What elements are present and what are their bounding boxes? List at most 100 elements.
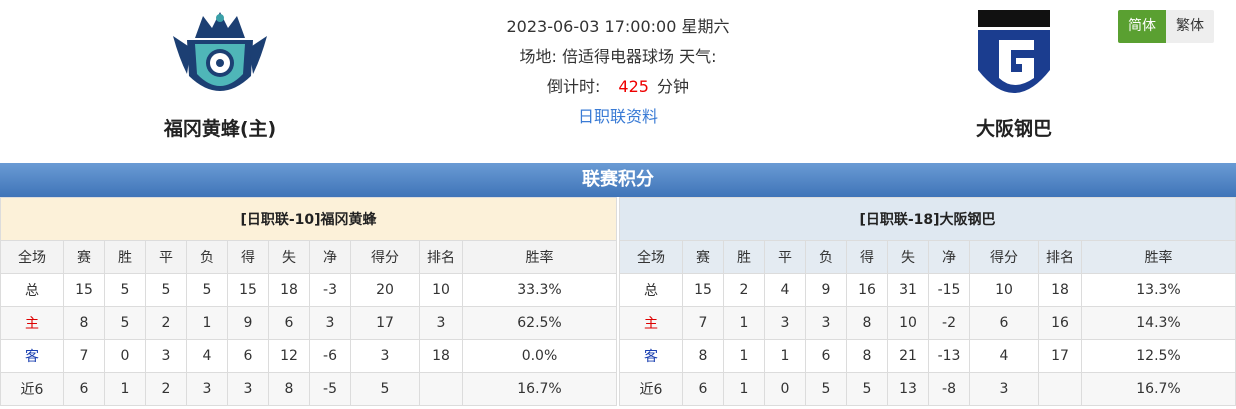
- table-cell: 12: [268, 339, 310, 373]
- table-cell: 6: [268, 306, 310, 340]
- table-row: 总 15 5 5 5 15 18 -3 20 10 33.3%: [0, 273, 617, 307]
- table-cell: 0.0%: [462, 339, 617, 373]
- table-row: 近6 6 1 0 5 5 13 -8 3 16.7%: [619, 372, 1236, 406]
- table-cell: 3: [419, 306, 463, 340]
- table-cell: 3: [227, 372, 269, 406]
- table-cell: 16: [846, 273, 888, 307]
- table-cell: 10: [969, 273, 1039, 307]
- table-cell: 10: [419, 273, 463, 307]
- column-header: 得分: [350, 240, 420, 274]
- table-cell: 5: [805, 372, 847, 406]
- column-header: 得: [227, 240, 269, 274]
- avispa-fukuoka-crest-icon: [165, 8, 275, 108]
- table-cell: -3: [309, 273, 351, 307]
- league-info-link[interactable]: 日职联资料: [578, 107, 658, 126]
- table-cell: 8: [846, 339, 888, 373]
- column-header: 赛: [63, 240, 105, 274]
- column-header: 负: [186, 240, 228, 274]
- table-cell: 1: [764, 339, 806, 373]
- table-cell: 18: [268, 273, 310, 307]
- away-team[interactable]: 大阪钢巴: [914, 8, 1114, 141]
- simplified-chinese-button[interactable]: 简体: [1118, 10, 1166, 43]
- table-cell: 14.3%: [1081, 306, 1236, 340]
- countdown-unit: 分钟: [656, 77, 689, 96]
- table-cell: [1038, 372, 1082, 406]
- table-row: 近6 6 1 2 3 3 8 -5 5 16.7%: [0, 372, 617, 406]
- table-cell: 7: [682, 306, 724, 340]
- table-header-row: 全场赛胜平负得失净得分 排名 胜率: [0, 240, 617, 274]
- row-label: 客: [0, 339, 64, 373]
- table-row: 客 7 0 3 4 6 12 -6 3 18 0.0%: [0, 339, 617, 373]
- row-label: 主: [0, 306, 64, 340]
- table-cell: -6: [309, 339, 351, 373]
- match-header: 福冈黄蜂(主) 2023-06-03 17:00:00 星期六 场地: 倍适得电…: [0, 0, 1236, 163]
- away-standings-caption: [日职联-18]大阪钢巴: [619, 197, 1236, 241]
- venue-weather: 场地: 倍适得电器球场 天气:: [519, 47, 717, 66]
- table-cell: 9: [805, 273, 847, 307]
- column-header: 负: [805, 240, 847, 274]
- table-cell: 13.3%: [1081, 273, 1236, 307]
- table-cell: 8: [63, 306, 105, 340]
- table-cell: 7: [63, 339, 105, 373]
- table-cell: 2: [145, 372, 187, 406]
- row-label: 近6: [619, 372, 683, 406]
- table-cell: 6: [805, 339, 847, 373]
- table-cell: 62.5%: [462, 306, 617, 340]
- table-header-row: 全场赛胜平负得失净得分 排名 胜率: [619, 240, 1236, 274]
- traditional-chinese-button[interactable]: 繁体: [1166, 10, 1214, 43]
- column-header: 得分: [969, 240, 1039, 274]
- away-standings-table: [日职联-18]大阪钢巴 全场赛胜平负得失净得分 排名 胜率 总 15 2 4 9 16 31-…: [619, 197, 1236, 406]
- standings-title: 联赛积分: [0, 163, 1236, 197]
- column-header: 胜率: [1081, 240, 1236, 274]
- column-header: 胜率: [462, 240, 617, 274]
- table-cell: 5: [846, 372, 888, 406]
- column-header: 全场: [619, 240, 683, 274]
- table-cell: 15: [682, 273, 724, 307]
- row-label: 总: [0, 273, 64, 307]
- table-cell: 6: [227, 339, 269, 373]
- table-cell: 16.7%: [1081, 372, 1236, 406]
- table-cell: 3: [309, 306, 351, 340]
- column-header: 得: [846, 240, 888, 274]
- column-header: 赛: [682, 240, 724, 274]
- home-standings-body: 总 15 5 5 5 15 18 -3 20 10 33.3% 主 8 5 2 1 9 6 3 17 3 62.5% 客 7 0…: [0, 273, 617, 406]
- table-cell: 8: [846, 306, 888, 340]
- table-cell: 18: [1038, 273, 1082, 307]
- column-header: 失: [268, 240, 310, 274]
- table-row: 客 8 1 1 6 8 21 -13 4 17 12.5%: [619, 339, 1236, 373]
- gamba-osaka-g-logo-icon: [959, 8, 1069, 108]
- table-cell: 33.3%: [462, 273, 617, 307]
- table-cell: -5: [309, 372, 351, 406]
- column-header: 失: [887, 240, 929, 274]
- table-cell: 3: [145, 339, 187, 373]
- table-cell: 6: [969, 306, 1039, 340]
- table-cell: 15: [227, 273, 269, 307]
- table-cell: 17: [1038, 339, 1082, 373]
- table-cell: 31: [887, 273, 929, 307]
- table-cell: 1: [723, 339, 765, 373]
- table-cell: 5: [104, 306, 146, 340]
- language-switch: 简体 繁体: [1118, 10, 1214, 43]
- table-cell: 2: [145, 306, 187, 340]
- match-datetime: 2023-06-03 17:00:00 星期六: [506, 17, 730, 36]
- home-standings-caption: [日职联-10]福冈黄蜂: [0, 197, 617, 241]
- table-cell: 3: [805, 306, 847, 340]
- table-cell: 10: [887, 306, 929, 340]
- table-cell: 13: [887, 372, 929, 406]
- table-cell: 16.7%: [462, 372, 617, 406]
- home-team[interactable]: 福冈黄蜂(主): [120, 8, 320, 141]
- away-standings-body: 总 15 2 4 9 16 31 -15 10 18 13.3% 主 7 1 3 3 8 10 -2 6 16 14.3%…: [619, 273, 1236, 406]
- table-cell: 20: [350, 273, 420, 307]
- table-cell: 18: [419, 339, 463, 373]
- match-info: 2023-06-03 17:00:00 星期六 场地: 倍适得电器球场 天气: …: [418, 12, 818, 132]
- table-cell: 6: [63, 372, 105, 406]
- table-cell: [419, 372, 463, 406]
- column-header: 净: [309, 240, 351, 274]
- table-cell: -8: [928, 372, 970, 406]
- row-label: 主: [619, 306, 683, 340]
- away-team-name: 大阪钢巴: [975, 118, 1052, 140]
- countdown-label: 倒计时:: [547, 77, 601, 96]
- table-cell: 5: [350, 372, 420, 406]
- table-cell: 9: [227, 306, 269, 340]
- table-cell: 0: [764, 372, 806, 406]
